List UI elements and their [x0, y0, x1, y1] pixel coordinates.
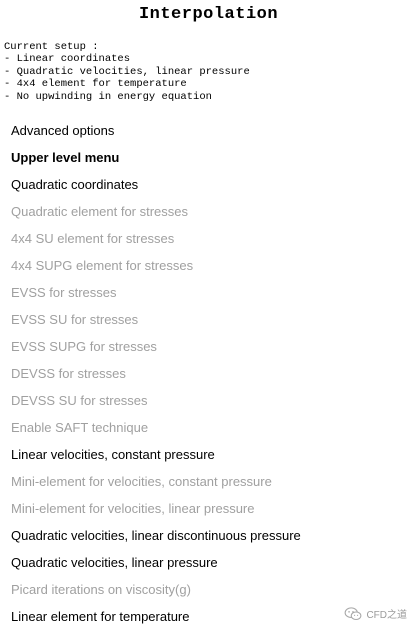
menu-item-evss-su-stresses: EVSS SU for stresses	[11, 312, 139, 327]
menu-item-devss-stresses: DEVSS for stresses	[11, 366, 126, 381]
menu-item-enable-saft: Enable SAFT technique	[11, 420, 149, 435]
setup-heading: Current setup :	[4, 41, 99, 53]
setup-line: - Quadratic velocities, linear pressure	[4, 65, 250, 78]
menu-item-linear-element-temperature[interactable]: Linear element for temperature	[11, 603, 301, 630]
setup-line: - Linear coordinates	[4, 53, 131, 66]
menu-item-devss-su-stresses: DEVSS SU for stresses	[11, 393, 148, 408]
menu-item-evss-stresses: EVSS for stresses	[11, 285, 117, 300]
menu-item-mini-element-linear-pressure: Mini-element for velocities, linear pres…	[11, 501, 255, 516]
watermark-text: CFD之道	[366, 610, 407, 621]
menu-item-advanced-options[interactable]: Advanced options	[11, 117, 301, 144]
menu-item-picard-iterations-viscosity: Picard iterations on viscosity(g)	[11, 582, 191, 597]
setup-line: - No upwinding in energy equation	[4, 90, 212, 103]
menu-item-quadratic-velocities-linear-discontinuous-pressure[interactable]: Quadratic velocities, linear discontinuo…	[11, 522, 301, 549]
current-setup: Current setup :- Linear coordinates - Qua…	[4, 41, 250, 103]
wechat-icon	[345, 606, 362, 620]
menu-item-4x4-su-stresses: 4x4 SU element for stresses	[11, 231, 175, 246]
setup-line: - 4x4 element for temperature	[4, 78, 187, 91]
menu-item-4x4-supg-stresses: 4x4 SUPG element for stresses	[11, 258, 194, 273]
page-title: Interpolation	[138, 5, 279, 24]
menu-item-evss-supg-stresses: EVSS SUPG for stresses	[11, 339, 157, 354]
menu-item-linear-velocities-constant-pressure[interactable]: Linear velocities, constant pressure	[11, 441, 301, 468]
menu-item-quadratic-velocities-linear-pressure[interactable]: Quadratic velocities, linear pressure	[11, 549, 301, 576]
watermark: CFD之道	[344, 606, 407, 621]
menu-item-mini-element-constant-pressure: Mini-element for velocities, constant pr…	[11, 474, 272, 489]
menu-item-upper-level-menu[interactable]: Upper level menu	[11, 144, 301, 171]
menu-item-quadratic-coordinates[interactable]: Quadratic coordinates	[11, 171, 301, 198]
menu-item-quadratic-element-stresses: Quadratic element for stresses	[11, 204, 189, 219]
interpolation-menu: Advanced options Upper level menu Quadra…	[11, 117, 301, 630]
